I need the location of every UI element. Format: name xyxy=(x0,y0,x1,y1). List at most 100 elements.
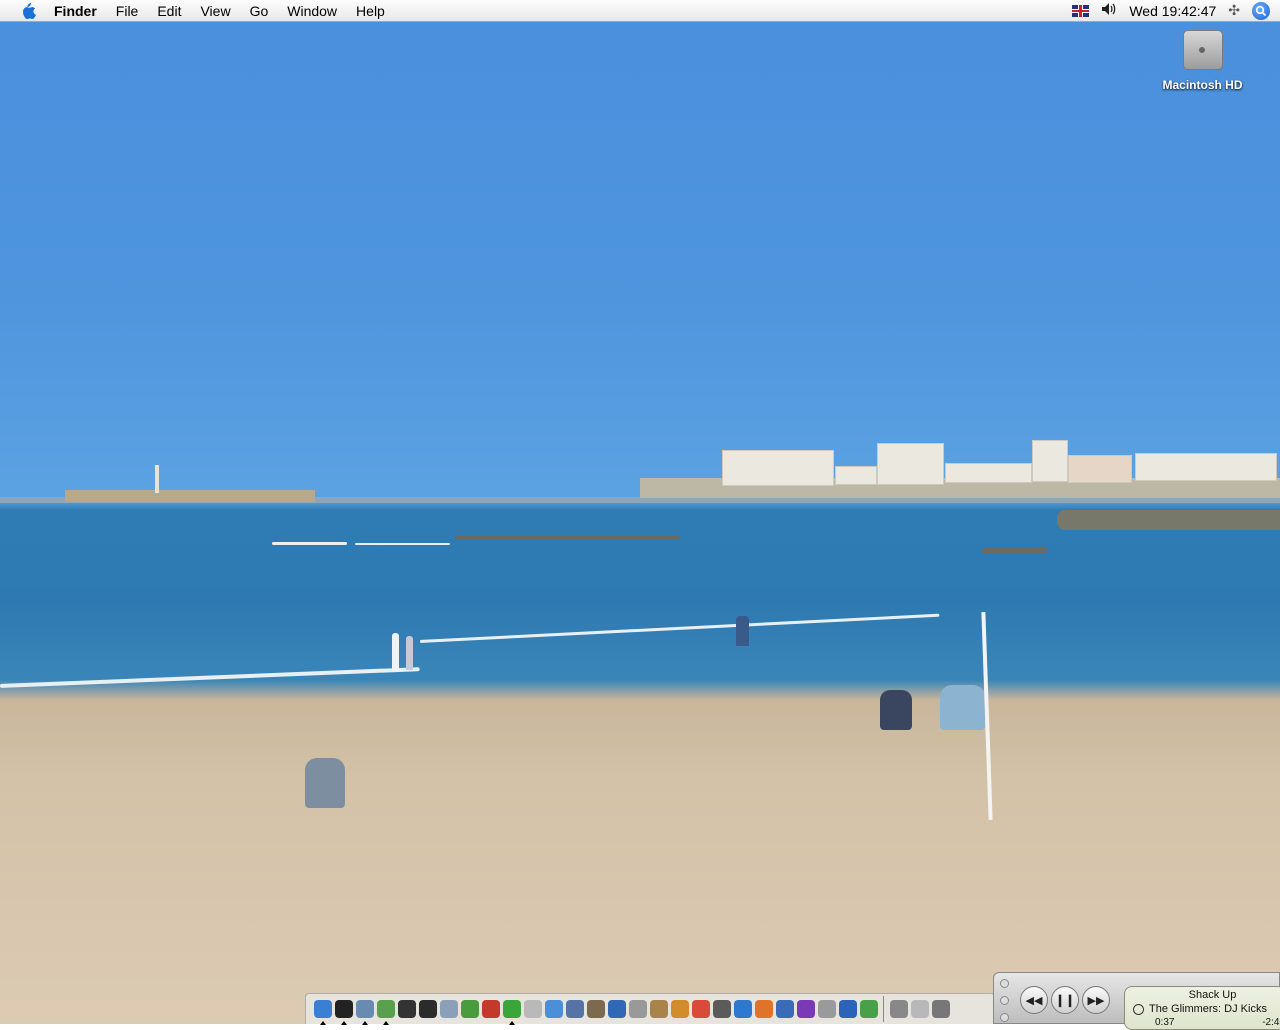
menu-app-finder[interactable]: Finder xyxy=(54,3,97,19)
dock-ichat-icon[interactable] xyxy=(543,999,564,1020)
script-editor-icon xyxy=(523,1000,542,1018)
dock-camino-icon[interactable] xyxy=(396,999,417,1020)
dock-address-book-icon[interactable] xyxy=(480,999,501,1020)
trash-icon xyxy=(931,1000,950,1018)
play-indicator-icon xyxy=(1133,1004,1144,1015)
address-book-icon xyxy=(481,1000,500,1018)
dock-xcode-icon[interactable] xyxy=(858,999,879,1020)
sync-icon[interactable]: ✣ xyxy=(1228,2,1240,19)
pause-button[interactable]: ❙❙ xyxy=(1051,986,1079,1014)
remaining-time: -2:46 xyxy=(1262,1017,1280,1028)
quicktime-icon xyxy=(775,1000,794,1018)
rock xyxy=(982,547,1047,553)
building xyxy=(1032,440,1068,482)
dock-terminal-icon[interactable] xyxy=(417,999,438,1020)
widget-option-dots xyxy=(1000,979,1009,1022)
dock-word-icon[interactable] xyxy=(837,999,858,1020)
dock-finder-icon[interactable] xyxy=(312,999,333,1025)
automator-icon xyxy=(460,1000,479,1018)
dock-nvu-icon[interactable] xyxy=(795,999,816,1020)
menu-file[interactable]: File xyxy=(116,3,139,19)
nvu-icon xyxy=(796,1000,815,1018)
xcode-icon xyxy=(859,1000,878,1018)
widget-dot-button[interactable] xyxy=(1000,1013,1009,1022)
dock-safari-icon[interactable] xyxy=(732,999,753,1020)
downloads-icon xyxy=(910,1000,929,1018)
itunes-icon xyxy=(376,1000,395,1018)
track-title: Shack Up xyxy=(1188,989,1237,1001)
wave-foam xyxy=(355,543,450,545)
track-artist: The Glimmers: DJ Kicks xyxy=(1149,1003,1267,1015)
camino-icon xyxy=(397,1000,416,1018)
dock-script-editor-icon[interactable] xyxy=(522,999,543,1020)
dock-system-prefs-icon[interactable] xyxy=(816,999,837,1020)
menu-view[interactable]: View xyxy=(200,3,230,19)
dock-garageband-icon[interactable] xyxy=(669,999,690,1020)
widget-dot-button[interactable] xyxy=(1000,996,1009,1005)
desktop-background xyxy=(0,0,1280,1024)
word-icon xyxy=(838,1000,857,1018)
dock-imovie-icon[interactable] xyxy=(606,999,627,1020)
rewind-button[interactable]: ◀◀ xyxy=(1020,986,1048,1014)
dock-quicktime-icon[interactable] xyxy=(774,999,795,1020)
dock-activity-monitor-icon[interactable] xyxy=(438,999,459,1020)
elapsed-time: 0:37 xyxy=(1155,1017,1175,1028)
widget-dot-button[interactable] xyxy=(1000,979,1009,988)
apple-menu-icon[interactable] xyxy=(18,2,38,20)
building xyxy=(1068,455,1132,483)
mail-icon xyxy=(355,1000,374,1018)
dock-mail-icon[interactable] xyxy=(354,999,375,1025)
photo-booth-icon xyxy=(712,1000,731,1018)
dock-font-book-icon[interactable] xyxy=(648,999,669,1020)
beach-group-sitting xyxy=(880,690,912,730)
now-playing-display: Shack Up The Glimmers: DJ Kicks 0:37 -2:… xyxy=(1124,986,1280,1030)
dock-photo-booth-icon[interactable] xyxy=(711,999,732,1020)
beach-person-walking xyxy=(392,633,399,671)
wave-foam xyxy=(272,542,347,545)
building xyxy=(835,466,877,485)
firefox-icon xyxy=(754,1000,773,1018)
menu-edit[interactable]: Edit xyxy=(157,3,181,19)
shore-foam xyxy=(419,613,940,643)
terminal-icon xyxy=(418,1000,437,1018)
dock-network-icon[interactable] xyxy=(888,999,909,1020)
beach-person-walking xyxy=(736,616,749,646)
calculator-icon xyxy=(628,1000,647,1018)
dock-automator-icon[interactable] xyxy=(459,999,480,1020)
building xyxy=(722,450,834,486)
menubar-clock[interactable]: Wed 19:42:47 xyxy=(1129,3,1216,19)
volume-icon[interactable] xyxy=(1101,2,1117,19)
menu-window[interactable]: Window xyxy=(287,3,337,19)
dock-ical-icon[interactable] xyxy=(690,999,711,1020)
dock-skype-icon[interactable] xyxy=(501,999,522,1025)
dock-calculator-icon[interactable] xyxy=(627,999,648,1020)
dock-firefox-icon[interactable] xyxy=(753,999,774,1020)
input-menu-flag-icon[interactable] xyxy=(1072,4,1090,17)
dock xyxy=(305,993,995,1025)
shore-foam xyxy=(0,667,420,688)
right-breakwater xyxy=(1057,510,1280,530)
dock-itunes-icon[interactable] xyxy=(375,999,396,1025)
garageband-icon xyxy=(670,1000,689,1018)
dock-iphoto-icon[interactable] xyxy=(585,999,606,1020)
system-prefs-icon xyxy=(817,1000,836,1018)
beach-person-sitting xyxy=(305,758,345,808)
dock-dashboard-icon[interactable] xyxy=(333,999,354,1025)
dock-trash-icon[interactable] xyxy=(930,999,951,1020)
imovie-icon xyxy=(607,1000,626,1018)
font-book-icon xyxy=(649,1000,668,1018)
building xyxy=(1135,453,1277,481)
building xyxy=(877,443,944,485)
menu-help[interactable]: Help xyxy=(356,3,385,19)
dock-preview-icon[interactable] xyxy=(564,999,585,1020)
itunes-controller-widget: ◀◀ ❙❙ ▶▶ Shack Up The Glimmers: DJ Kicks… xyxy=(993,972,1280,1030)
beach-group-sitting xyxy=(940,685,985,730)
menu-bar: Finder File Edit View Go Window Help Wed… xyxy=(0,0,1280,22)
menu-go[interactable]: Go xyxy=(250,3,269,19)
fortress-left xyxy=(65,490,315,502)
activity-monitor-icon xyxy=(439,1000,458,1018)
desktop-icon-macintosh-hd[interactable]: Macintosh HD xyxy=(1150,30,1255,92)
fast-forward-button[interactable]: ▶▶ xyxy=(1082,986,1110,1014)
spotlight-search-icon[interactable] xyxy=(1252,1,1270,20)
dock-downloads-icon[interactable] xyxy=(909,999,930,1020)
